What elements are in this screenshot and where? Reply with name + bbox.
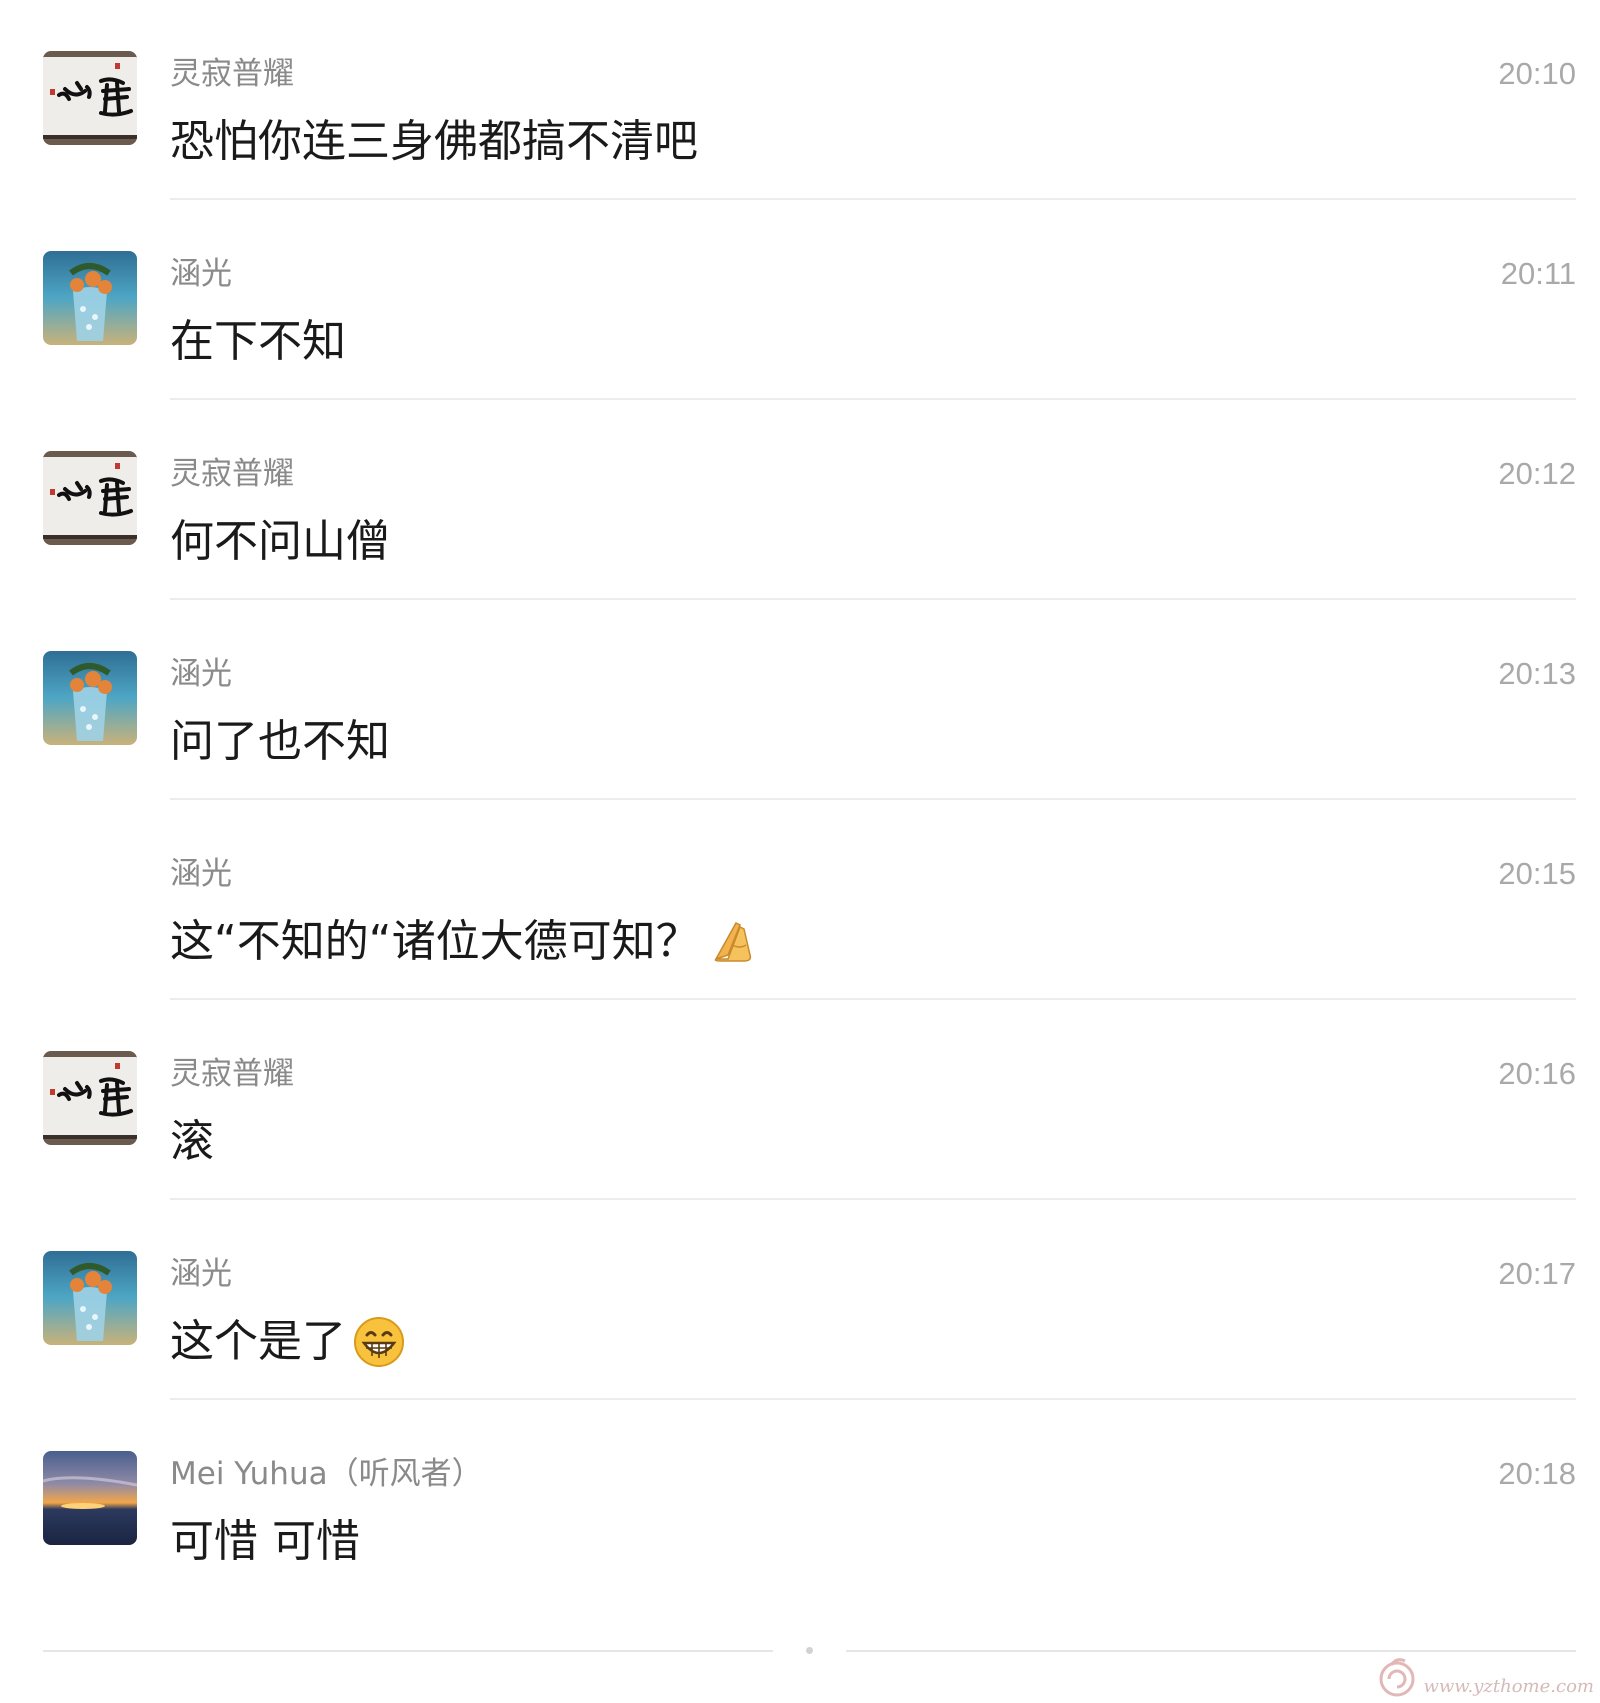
avatar[interactable] bbox=[43, 51, 137, 145]
footer-dot bbox=[806, 1647, 813, 1654]
message-text: 恐怕你连三身佛都搞不清吧 bbox=[170, 112, 698, 172]
sender-name[interactable]: 灵寂普耀 bbox=[170, 452, 294, 496]
avatar[interactable] bbox=[43, 651, 137, 745]
message-time: 20:11 bbox=[1500, 256, 1576, 291]
snail-logo-icon bbox=[1379, 1658, 1415, 1697]
sender-name[interactable]: 涵光 bbox=[170, 652, 232, 696]
chat-message[interactable]: 灵寂普耀 20:16 滚 bbox=[0, 1000, 1600, 1200]
list-footer: www.yzthome.com bbox=[0, 1640, 1600, 1703]
grin-face-icon bbox=[352, 1315, 406, 1369]
sender-name[interactable]: 涵光 bbox=[170, 252, 232, 296]
chat-message[interactable]: 灵寂普耀 20:10 恐怕你连三身佛都搞不清吧 bbox=[0, 0, 1600, 200]
message-time: 20:17 bbox=[1498, 1256, 1576, 1291]
message-time: 20:15 bbox=[1498, 856, 1576, 891]
chat-message[interactable]: 涵光 20:13 问了也不知 bbox=[0, 600, 1600, 800]
ocean-avatar-icon bbox=[43, 1251, 137, 1345]
chat-message[interactable]: 涵光 20:17 这个是了 bbox=[0, 1200, 1600, 1400]
message-time: 20:13 bbox=[1498, 656, 1576, 691]
footer-divider-left bbox=[43, 1650, 773, 1652]
message-text-content: 可惜 可惜 bbox=[170, 1516, 360, 1567]
avatar[interactable] bbox=[43, 1251, 137, 1345]
message-text: 可惜 可惜 bbox=[170, 1512, 360, 1572]
sender-name[interactable]: Mei Yuhua（听风者） bbox=[170, 1452, 483, 1496]
message-time: 20:16 bbox=[1498, 1056, 1576, 1091]
message-time: 20:18 bbox=[1498, 1456, 1576, 1491]
avatar[interactable] bbox=[43, 251, 137, 345]
message-text: 何不问山僧 bbox=[170, 512, 390, 572]
watermark-text: www.yzthome.com bbox=[1423, 1675, 1594, 1697]
message-text-content: 恐怕你连三身佛都搞不清吧 bbox=[170, 116, 698, 167]
pray-hands-icon bbox=[706, 915, 760, 969]
message-text: 这“不知的“诸位大德可知？ bbox=[170, 912, 760, 972]
message-time: 20:12 bbox=[1498, 456, 1576, 491]
sender-name[interactable]: 涵光 bbox=[170, 852, 232, 896]
chat-message[interactable]: 涵光 20:15 这“不知的“诸位大德可知？ bbox=[0, 800, 1600, 1000]
ocean-avatar-icon bbox=[43, 651, 137, 745]
message-text-content: 问了也不知 bbox=[170, 716, 390, 767]
message-text: 在下不知 bbox=[170, 312, 346, 372]
sender-name[interactable]: 灵寂普耀 bbox=[170, 52, 294, 96]
avatar[interactable] bbox=[43, 1451, 137, 1545]
chat-message[interactable]: 涵光 20:11 在下不知 bbox=[0, 200, 1600, 400]
message-text: 滚 bbox=[170, 1112, 214, 1172]
sunset-avatar-icon bbox=[43, 1451, 137, 1545]
message-text-content: 滚 bbox=[170, 1116, 214, 1167]
message-time: 20:10 bbox=[1498, 56, 1576, 91]
sender-name[interactable]: 灵寂普耀 bbox=[170, 1052, 294, 1096]
message-text: 这个是了 bbox=[170, 1312, 406, 1372]
message-text-content: 这“不知的“诸位大德可知？ bbox=[170, 916, 700, 967]
avatar[interactable] bbox=[43, 1051, 137, 1145]
footer-divider-right bbox=[846, 1650, 1576, 1652]
message-text: 问了也不知 bbox=[170, 712, 390, 772]
calligraphy-avatar-icon bbox=[43, 451, 137, 545]
chat-message-list: 灵寂普耀 20:10 恐怕你连三身佛都搞不清吧 涵光 20:11 在下不知 灵寂… bbox=[0, 0, 1600, 1600]
chat-message[interactable]: 灵寂普耀 20:12 何不问山僧 bbox=[0, 400, 1600, 600]
sender-name[interactable]: 涵光 bbox=[170, 1252, 232, 1296]
avatar[interactable] bbox=[43, 451, 137, 545]
calligraphy-avatar-icon bbox=[43, 1051, 137, 1145]
ocean-avatar-icon bbox=[43, 251, 137, 345]
message-text-content: 在下不知 bbox=[170, 316, 346, 367]
calligraphy-avatar-icon bbox=[43, 51, 137, 145]
watermark: www.yzthome.com bbox=[1377, 1655, 1594, 1699]
message-text-content: 何不问山僧 bbox=[170, 516, 390, 567]
message-text-content: 这个是了 bbox=[170, 1316, 346, 1367]
chat-message[interactable]: Mei Yuhua（听风者） 20:18 可惜 可惜 bbox=[0, 1400, 1600, 1600]
